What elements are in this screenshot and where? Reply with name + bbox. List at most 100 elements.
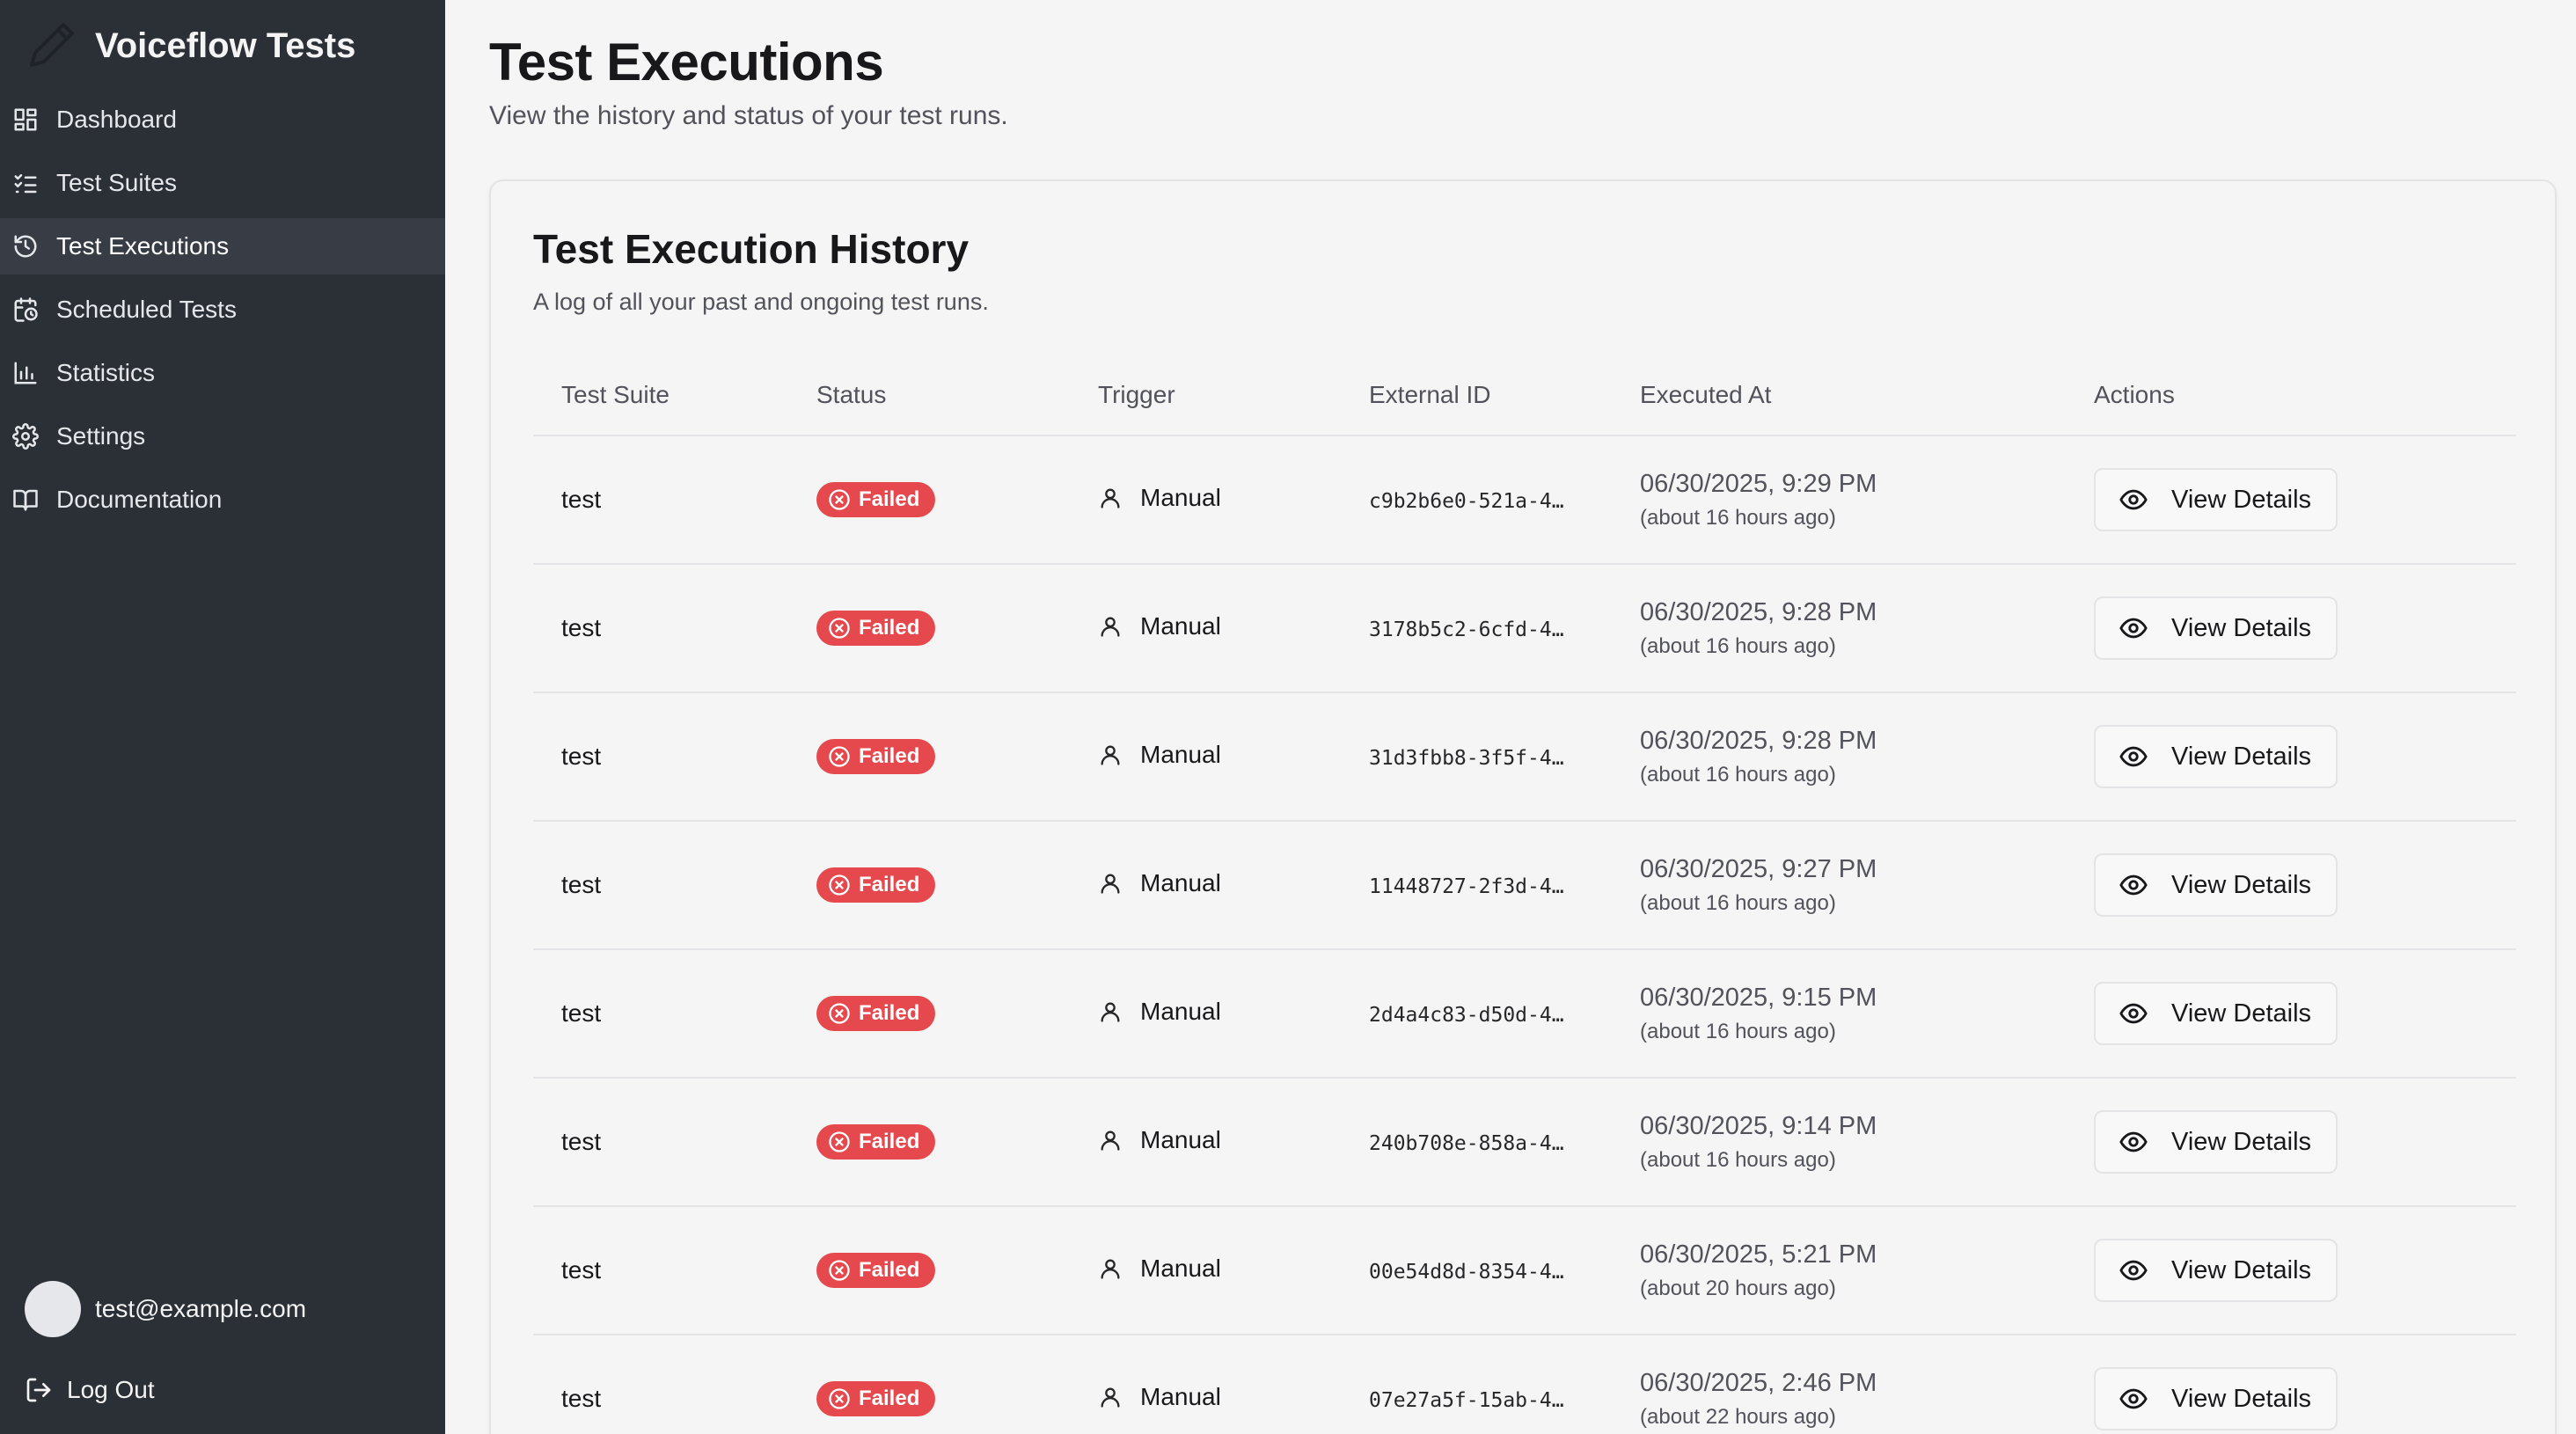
view-details-button[interactable]: View Details [2094,1239,2338,1302]
sidebar-item-scheduled-tests[interactable]: Scheduled Tests [0,282,445,338]
logout-button[interactable]: Log Out [25,1376,155,1404]
history-icon [12,233,39,260]
app-root: Voiceflow Tests Dashboard Test Suites Te… [0,0,2576,1434]
x-circle-icon [829,617,850,639]
view-details-label: View Details [2171,1255,2312,1284]
status-label: Failed [859,615,920,640]
x-circle-icon [829,1387,850,1409]
sidebar-item-statistics[interactable]: Statistics [0,345,445,401]
table-row: test Failed Manual 3178b5c2-6cfd-4… 06/3… [533,564,2516,693]
x-circle-icon [829,874,850,896]
external-id: 2d4a4c83-d50d-4… [1369,1004,1564,1027]
executed-at-relative: (about 16 hours ago) [1640,505,1836,530]
x-circle-icon [829,745,850,767]
eye-icon [2119,874,2148,896]
column-header-executed-at[interactable]: Executed At [1612,355,2066,436]
view-details-label: View Details [2171,999,2312,1028]
test-suite-name: test [561,614,602,641]
table-row: test Failed Manual c9b2b6e0-521a-4… 06/3… [533,435,2516,565]
page-subtitle: View the history and status of your test… [489,101,1008,130]
status-label: Failed [859,1000,920,1025]
column-header-external-id[interactable]: External ID [1341,355,1612,436]
eye-icon [2119,489,2148,510]
trigger-cell: Manual [1098,869,1221,897]
view-details-button[interactable]: View Details [2094,596,2338,660]
sidebar-item-label: Documentation [56,486,223,513]
card-subtitle: A log of all your past and ongoing test … [533,289,989,315]
sidebar-item-settings[interactable]: Settings [0,408,445,465]
status-badge: Failed [816,995,936,1031]
sidebar-item-label: Settings [56,422,146,450]
view-details-button[interactable]: View Details [2094,468,2338,531]
view-details-button[interactable]: View Details [2094,853,2338,917]
app-title: Voiceflow Tests [95,26,356,65]
sidebar-item-label: Dashboard [56,106,177,133]
executed-at-date: 06/30/2025, 9:14 PM [1640,1111,1877,1140]
avatar [25,1281,81,1337]
test-suite-name: test [561,999,602,1027]
sidebar-item-label: Statistics [56,359,156,386]
trigger-cell: Manual [1098,1383,1221,1411]
external-id: 3178b5c2-6cfd-4… [1369,618,1564,641]
test-suite-name: test [561,871,602,898]
card-title: Test Execution History [533,226,970,272]
user-profile[interactable]: test@example.com [25,1281,306,1337]
sidebar-item-test-executions[interactable]: Test Executions [0,218,445,274]
trigger-cell: Manual [1098,1126,1221,1154]
eye-icon [2119,1388,2148,1409]
trigger-label: Manual [1140,483,1221,511]
page-title: Test Executions [489,33,884,91]
user-icon [1101,617,1120,637]
trigger-cell: Manual [1098,1255,1221,1283]
brand[interactable]: Voiceflow Tests [0,0,445,91]
view-details-button[interactable]: View Details [2094,1110,2338,1174]
sidebar: Voiceflow Tests Dashboard Test Suites Te… [0,0,445,1434]
column-header-test-suite[interactable]: Test Suite [533,355,788,436]
dashboard-icon [12,106,39,133]
view-details-label: View Details [2171,1384,2312,1413]
column-header-status[interactable]: Status [788,355,1070,436]
status-badge: Failed [816,481,936,517]
eye-icon [2119,1131,2148,1152]
test-suite-name: test [561,743,602,770]
user-icon [1101,874,1120,894]
x-circle-icon [829,488,850,510]
main-content: Test Executions View the history and sta… [445,0,2576,1434]
status-label: Failed [859,1129,920,1153]
view-details-button[interactable]: View Details [2094,1367,2338,1430]
logout-label: Log Out [67,1376,155,1403]
x-circle-icon [829,1259,850,1281]
table-row: test Failed Manual 07e27a5f-15ab-4… 06/3… [533,1335,2516,1434]
user-icon [1101,1259,1120,1279]
x-circle-icon [829,1130,850,1152]
sidebar-item-dashboard[interactable]: Dashboard [0,91,445,148]
executed-at-relative: (about 22 hours ago) [1640,1404,1836,1429]
executed-at-date: 06/30/2025, 9:15 PM [1640,983,1877,1012]
sidebar-item-test-suites[interactable]: Test Suites [0,155,445,211]
user-email: test@example.com [95,1295,307,1322]
sidebar-item-documentation[interactable]: Documentation [0,472,445,528]
executed-at-relative: (about 20 hours ago) [1640,1276,1836,1300]
executed-at-relative: (about 16 hours ago) [1640,1147,1836,1172]
trigger-cell: Manual [1098,998,1221,1026]
user-icon [1101,1002,1120,1022]
user-icon [1101,1130,1120,1151]
user-icon [1101,488,1120,508]
view-details-button[interactable]: View Details [2094,982,2338,1045]
view-details-label: View Details [2171,613,2312,642]
executed-at-relative: (about 16 hours ago) [1640,633,1836,658]
status-badge: Failed [816,1123,936,1160]
gear-icon [12,423,39,450]
executed-at-date: 06/30/2025, 9:29 PM [1640,469,1877,498]
status-badge: Failed [816,1252,936,1288]
column-header-trigger[interactable]: Trigger [1070,355,1341,436]
view-details-button[interactable]: View Details [2094,725,2338,788]
eye-icon [2119,1003,2148,1024]
view-details-label: View Details [2171,1127,2312,1156]
executed-at-relative: (about 16 hours ago) [1640,762,1836,787]
status-badge: Failed [816,1380,936,1416]
trigger-label: Manual [1140,1254,1221,1282]
sidebar-nav: Dashboard Test Suites Test Executions Sc… [0,91,445,528]
external-id: c9b2b6e0-521a-4… [1369,490,1564,513]
status-label: Failed [859,743,920,768]
